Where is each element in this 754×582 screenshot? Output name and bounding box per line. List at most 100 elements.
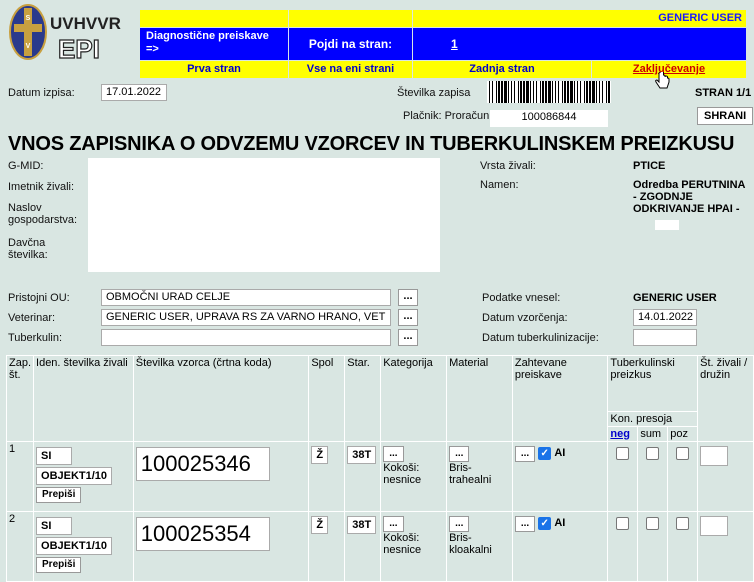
category-select-button[interactable]: ... [383, 446, 404, 462]
count-input[interactable] [700, 446, 729, 466]
tuberculin-date-input[interactable] [633, 329, 697, 346]
col-header-tb: Tuberkulinski preizkus [607, 355, 699, 412]
test-label: AI [554, 447, 566, 459]
samples-table: Zap. št. Iden. številka živali Številka … [5, 355, 754, 582]
country-input[interactable]: SI [36, 517, 73, 535]
diagnostic-tests-link[interactable]: Diagnostične preiskave => [140, 28, 288, 60]
animal-type-label: Vrsta živali: [480, 160, 536, 172]
payer-label: Plačnik: Proračun [403, 110, 490, 122]
copy-button[interactable]: Prepiši [36, 487, 82, 503]
age-input[interactable]: 38T [347, 516, 377, 534]
sample-barcode-input[interactable]: 100025354 [135, 517, 270, 551]
sample-barcode-input[interactable]: 100025346 [135, 447, 270, 481]
last-page-link[interactable]: Zadnja stran [413, 61, 591, 78]
sex-input[interactable]: Ž [311, 446, 329, 464]
svg-text:V: V [26, 43, 31, 50]
category-value: Kokoši: nesnice [383, 462, 422, 486]
col-header-neg[interactable]: neg [607, 426, 639, 442]
page-indicator: STRAN 1/1 [695, 87, 752, 99]
neg-checkbox[interactable] [616, 447, 630, 460]
goto-page-number[interactable]: 1 [413, 28, 746, 60]
poz-checkbox[interactable] [676, 447, 690, 460]
sum-checkbox[interactable] [646, 447, 660, 460]
vet-select-button[interactable]: ... [398, 309, 418, 326]
barcode-number: 100086844 [490, 110, 608, 127]
hand-cursor-icon [654, 70, 670, 93]
object-input[interactable]: OBJEKT1/10 [36, 467, 113, 485]
col-header-count: Št. živali / družin [697, 355, 754, 442]
test-checkbox[interactable]: ✓ [538, 446, 552, 460]
sex-input[interactable]: Ž [311, 516, 329, 534]
material-value: Bris-trahealni [449, 462, 492, 486]
test-label: AI [554, 517, 566, 529]
tests-select-button[interactable]: ... [514, 446, 536, 462]
print-date-label: Datum izpisa: [8, 87, 75, 99]
svg-text:S: S [26, 15, 31, 22]
country-input[interactable]: SI [36, 447, 73, 465]
col-header-zap: Zap. št. [5, 355, 35, 442]
print-date-value: 17.01.2022 [101, 84, 167, 101]
sampling-date-input[interactable]: 14.01.2022 [633, 309, 697, 326]
owner-label: Imetnik živali: [8, 181, 75, 193]
record-number-label: Številka zapisa [397, 87, 471, 99]
col-header-sex: Spol [308, 355, 346, 442]
purpose-value: Odredba PERUTNINA - ZGODNJE ODKRIVANJE H… [633, 179, 746, 215]
all-pages-link[interactable]: Vse na eni strani [289, 61, 412, 78]
animal-type-value: PTICE [633, 160, 666, 172]
col-header-poz: poz [667, 426, 699, 442]
object-input[interactable]: OBJEKT1/10 [36, 537, 113, 555]
table-row: 1 SI OBJEKT1/10 Prepiši 100025346 Ž 38T … [5, 441, 754, 512]
page-title: VNOS ZAPISNIKA O ODVZEMU VZORCEV IN TUBE… [8, 133, 735, 155]
gmid-label: G-MID: [8, 160, 44, 172]
entered-by-label: Podatke vnesel: [482, 292, 561, 304]
test-checkbox[interactable]: ✓ [538, 516, 552, 530]
office-select-button[interactable]: ... [398, 289, 418, 306]
first-page-link[interactable]: Prva stran [140, 61, 288, 78]
material-select-button[interactable]: ... [449, 516, 470, 532]
material-select-button[interactable]: ... [449, 446, 470, 462]
poz-checkbox[interactable] [676, 517, 690, 530]
epi-logo: S V UVHVVR EPI [6, 2, 132, 65]
entered-by-value: GENERIC USER [633, 292, 717, 304]
row-zap: 1 [5, 441, 35, 512]
current-user: GENERIC USER [413, 10, 746, 27]
material-value: Bris-kloakalni [449, 532, 492, 556]
vet-label: Veterinar: [8, 312, 56, 324]
age-input[interactable]: 38T [347, 446, 377, 464]
purpose-label: Namen: [480, 179, 519, 191]
col-header-reading: Kon. presoja [607, 411, 699, 427]
copy-button[interactable]: Prepiši [36, 557, 82, 573]
svg-text:UVHVVR: UVHVVR [50, 14, 121, 33]
count-input[interactable] [700, 516, 729, 536]
neg-checkbox[interactable] [616, 517, 630, 530]
sum-checkbox[interactable] [646, 517, 660, 530]
purpose-extra-field [655, 220, 679, 230]
col-header-sum: sum [637, 426, 669, 442]
col-header-sample: Številka vzorca (črtna koda) [132, 355, 310, 442]
tuberculin-date-label: Datum tuberkulinizacije: [482, 332, 599, 344]
table-row: 2 SI OBJEKT1/10 Prepiši 100025354 Ž 38T … [5, 511, 754, 582]
save-button[interactable]: SHRANI [697, 107, 754, 125]
vet-value: GENERIC USER, UPRAVA RS ZA VARNO HRANO, … [101, 309, 391, 326]
tax-number-label: Davčna številka: [8, 237, 48, 261]
owner-info-area [88, 158, 440, 272]
nav-top-spacer [289, 10, 412, 27]
tuberculin-label: Tuberkulin: [8, 332, 63, 344]
nav-top-spacer [140, 10, 288, 27]
col-header-age: Star. [344, 355, 382, 442]
office-value: OBMOČNI URAD CELJE [101, 289, 391, 306]
col-header-material: Material [446, 355, 513, 442]
office-label: Pristojni OU: [8, 292, 70, 304]
svg-text:EPI: EPI [58, 34, 100, 64]
category-value: Kokoši: nesnice [383, 532, 422, 556]
address-label: Naslov gospodarstva: [8, 202, 78, 226]
row-zap: 2 [5, 511, 35, 582]
col-header-id: Iden. številka živali [33, 355, 134, 442]
tests-select-button[interactable]: ... [514, 516, 536, 532]
col-header-category: Kategorija [380, 355, 448, 442]
category-select-button[interactable]: ... [383, 516, 404, 532]
goto-page-label: Pojdi na stran: [289, 28, 412, 60]
tuberculin-value [101, 329, 391, 346]
page-link[interactable]: 1 [451, 37, 458, 51]
tuberculin-select-button[interactable]: ... [398, 329, 418, 346]
